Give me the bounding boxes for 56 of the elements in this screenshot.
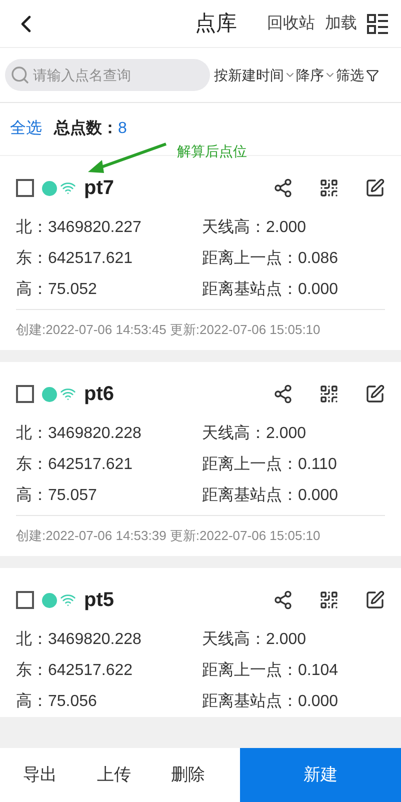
- signal-icon: [60, 180, 76, 196]
- checkbox[interactable]: [16, 179, 34, 197]
- checkbox[interactable]: [16, 591, 34, 609]
- field-text: 天线高：2.000: [202, 218, 306, 238]
- sort-dropdown[interactable]: 按新建时间: [214, 64, 296, 86]
- field-text: 高：75.052: [16, 280, 98, 300]
- checkbox[interactable]: [16, 385, 34, 403]
- field-text: 距离基站点：0.000: [202, 280, 338, 300]
- qr-code-icon[interactable]: [319, 590, 339, 610]
- field-text: 天线高：2.000: [202, 424, 306, 444]
- point-name: pt5: [84, 588, 114, 613]
- timestamp-text: 创建:2022-07-06 14:53:39 更新:2022-07-06 15:05:10: [16, 527, 320, 546]
- toolbar-button[interactable]: 删除: [148, 748, 222, 802]
- toolbar-button[interactable]: 导出: [0, 748, 74, 802]
- qr-code-icon[interactable]: [319, 384, 339, 404]
- total-label: 总点数：: [54, 118, 118, 139]
- timestamp-text: 创建:2022-07-06 14:53:45 更新:2022-07-06 15:05:10: [16, 321, 320, 340]
- field-text: 东：642517.621: [16, 454, 134, 474]
- page-title: 点库: [195, 10, 237, 37]
- field-text: 高：75.057: [16, 486, 98, 506]
- filter-button[interactable]: 筛选: [336, 64, 379, 86]
- share-icon[interactable]: [273, 590, 293, 610]
- field-text: 北：3469820.227: [16, 218, 142, 238]
- field-text: 距离上一点：0.110: [202, 454, 337, 474]
- header-action[interactable]: 加载: [325, 12, 357, 36]
- total-count: 8: [118, 119, 127, 139]
- field-text: 东：642517.621: [16, 248, 134, 268]
- search-icon: [10, 65, 30, 85]
- list-view-icon[interactable]: [367, 12, 389, 34]
- annotation-label: 解算后点位: [177, 142, 247, 161]
- header-action[interactable]: 回收站: [267, 12, 315, 36]
- field-text: 天线高：2.000: [202, 630, 306, 650]
- field-text: 距离基站点：0.000: [202, 486, 338, 506]
- field-text: 东：642517.622: [16, 660, 134, 680]
- toolbar-button[interactable]: 上传: [74, 748, 148, 802]
- field-text: 高：75.056: [16, 692, 98, 712]
- edit-icon[interactable]: [365, 178, 385, 198]
- field-text: 距离上一点：0.104: [202, 660, 338, 680]
- qr-code-icon[interactable]: [319, 178, 339, 198]
- field-text: 距离上一点：0.086: [202, 248, 338, 268]
- share-icon[interactable]: [273, 384, 293, 404]
- select-all-link[interactable]: 全选: [10, 117, 42, 141]
- signal-icon: [60, 386, 76, 402]
- order-dropdown[interactable]: 降序: [296, 64, 336, 86]
- new-button[interactable]: 新建: [240, 748, 401, 802]
- share-icon[interactable]: [273, 178, 293, 198]
- point-name: pt7: [84, 176, 114, 201]
- filter-icon: [366, 68, 379, 82]
- edit-icon[interactable]: [365, 590, 385, 610]
- field-text: 北：3469820.228: [16, 630, 142, 650]
- signal-icon: [60, 592, 76, 608]
- point-name: pt6: [84, 382, 114, 407]
- search-field[interactable]: 请输入点名查询: [5, 59, 210, 91]
- field-text: 距离基站点：0.000: [202, 692, 338, 712]
- edit-icon[interactable]: [365, 384, 385, 404]
- field-text: 北：3469820.228: [16, 424, 142, 444]
